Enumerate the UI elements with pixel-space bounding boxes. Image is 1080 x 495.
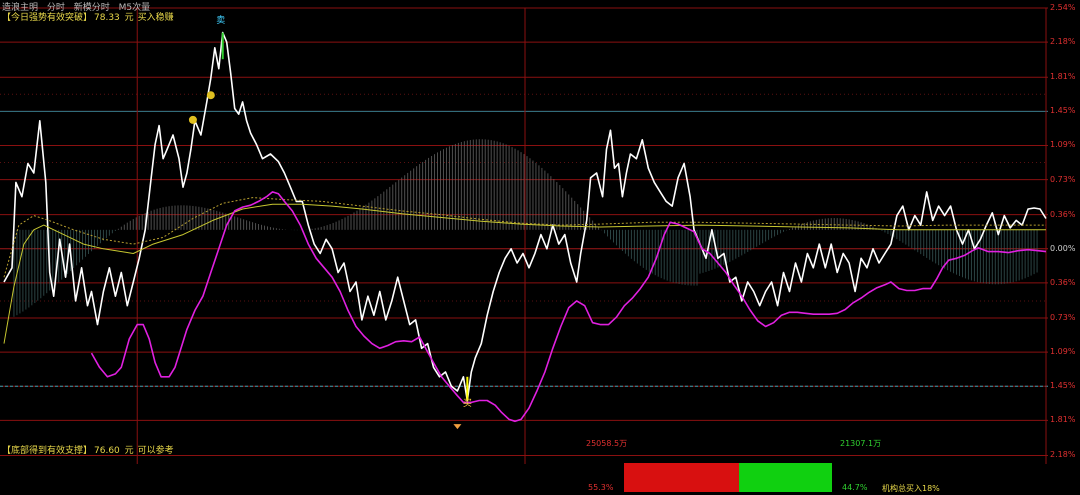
breakout-signal-price: 78.33	[94, 13, 120, 23]
y-tick-label: 0.36%	[1050, 209, 1076, 219]
support-signal-note: 可以参考	[137, 446, 174, 456]
signal-dot-icon	[206, 91, 215, 100]
y-tick-label: 1.81%	[1050, 415, 1076, 425]
breakout-signal: 【今日强势有效突破】 78.33 元买入稳赚	[2, 10, 174, 23]
institution-buy-note: 机构总买入18%	[882, 484, 940, 493]
sell-percent: 44.7%	[842, 483, 868, 492]
y-tick-label: 1.09%	[1050, 140, 1076, 150]
y-tick-label: 1.09%	[1050, 347, 1076, 357]
support-signal: 【底部得到有效支撑】 76.60 元可以参考	[2, 443, 174, 456]
y-tick-label: 1.45%	[1050, 381, 1076, 391]
breakout-signal-unit: 元	[124, 13, 134, 23]
breakout-signal-note: 买入稳赚	[137, 13, 174, 23]
y-tick-label: 0.00%	[1050, 243, 1076, 253]
y-tick-label: 0.73%	[1050, 313, 1076, 322]
support-signal-label: 【底部得到有效支撑】	[2, 446, 93, 456]
annotation-text: 买	[463, 398, 472, 409]
y-tick-label: 1.81%	[1050, 72, 1076, 82]
down-arrow-icon	[453, 424, 462, 430]
breakout-signal-label: 【今日强势有效突破】	[2, 13, 93, 23]
signal-dot-icon	[188, 115, 197, 124]
y-tick-label: 0.36%	[1050, 277, 1076, 287]
y-tick-label: 1.45%	[1050, 106, 1076, 116]
y-tick-label: 2.54%	[1050, 3, 1076, 12]
sell-volume-label: 21307.1万	[840, 439, 882, 448]
y-tick-label: 2.18%	[1050, 37, 1076, 47]
y-tick-label: 0.73%	[1050, 174, 1076, 184]
buy-volume-bar	[624, 463, 740, 492]
annotation-text: 卖	[216, 15, 225, 26]
sell-volume-bar	[739, 463, 832, 492]
support-signal-unit: 元	[124, 446, 134, 456]
y-tick-label: 2.18%	[1050, 450, 1076, 460]
buy-volume-label: 25058.5万	[586, 439, 628, 448]
buy-percent: 55.3%	[588, 483, 614, 492]
support-signal-price: 76.60	[94, 446, 120, 456]
intraday-chart[interactable]: 买卖	[0, 0, 1080, 495]
